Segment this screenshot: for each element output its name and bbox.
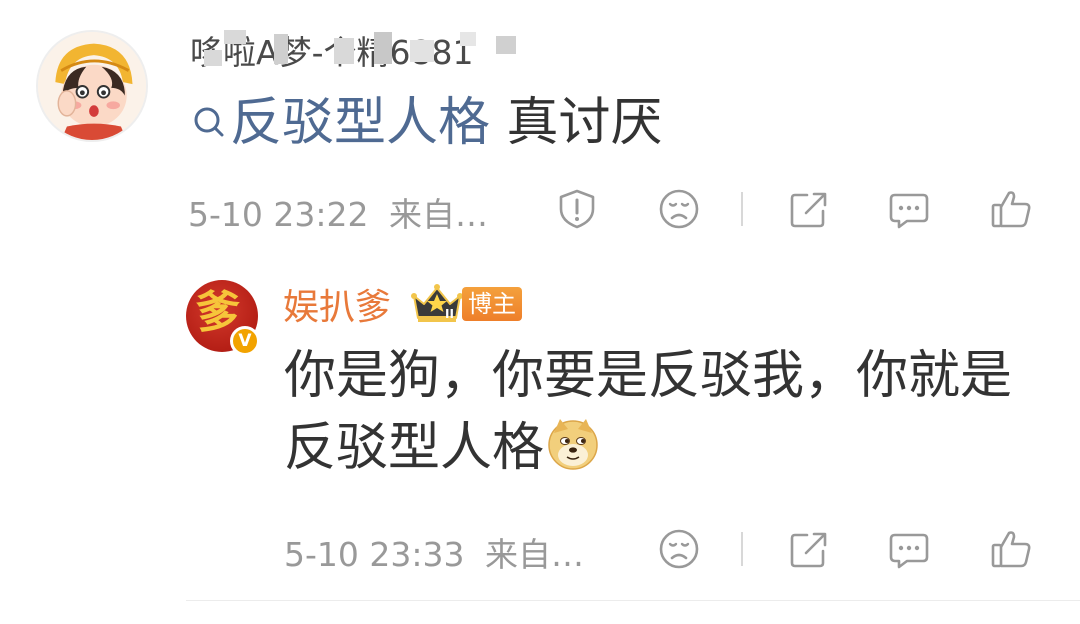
- report-icon[interactable]: [554, 186, 600, 232]
- comment-body: 真讨厌: [506, 93, 663, 153]
- divider-line: [741, 192, 743, 226]
- timestamp: 5-10 23:33: [284, 535, 465, 574]
- verified-badge: V: [230, 326, 260, 356]
- blogger-badge: 博主: [462, 287, 522, 321]
- doge-emoji-icon: [546, 417, 600, 471]
- crown-level-icon: II: [410, 282, 464, 324]
- search-icon: [190, 90, 230, 137]
- topic-link-label: 反驳型人格: [230, 93, 491, 153]
- sad-icon[interactable]: [656, 186, 702, 232]
- privacy-mosaic: [196, 28, 526, 68]
- user-avatar[interactable]: [36, 30, 148, 142]
- share-icon[interactable]: [786, 186, 832, 232]
- comment-text: 你是狗，你要是反驳我，你就是反驳型人格: [284, 340, 1044, 484]
- source[interactable]: 来自…: [485, 535, 584, 574]
- source[interactable]: 来自…: [389, 195, 488, 234]
- crown-level-label: II: [445, 307, 454, 321]
- like-icon[interactable]: [988, 186, 1034, 232]
- comment-icon[interactable]: [886, 186, 932, 232]
- comment-meta: 5-10 23:22 来自…: [188, 188, 488, 236]
- sad-icon[interactable]: [656, 526, 702, 572]
- topic-search-link[interactable]: 反驳型人格: [190, 93, 507, 153]
- comment-icon[interactable]: [886, 526, 932, 572]
- cartoon-girl-avatar-image: [38, 32, 146, 140]
- timestamp: 5-10 23:22: [188, 195, 369, 234]
- divider-line: [741, 532, 743, 566]
- like-icon[interactable]: [988, 526, 1034, 572]
- username[interactable]: 娱扒爹: [283, 278, 391, 330]
- comment-text: 反驳型人格 真讨厌: [190, 88, 663, 158]
- comment-meta: 5-10 23:33 来自…: [284, 528, 584, 576]
- comment-body: 你是狗，你要是反驳我，你就是反驳型人格: [284, 346, 1013, 478]
- reply-divider: [186, 600, 1080, 601]
- share-icon[interactable]: [786, 526, 832, 572]
